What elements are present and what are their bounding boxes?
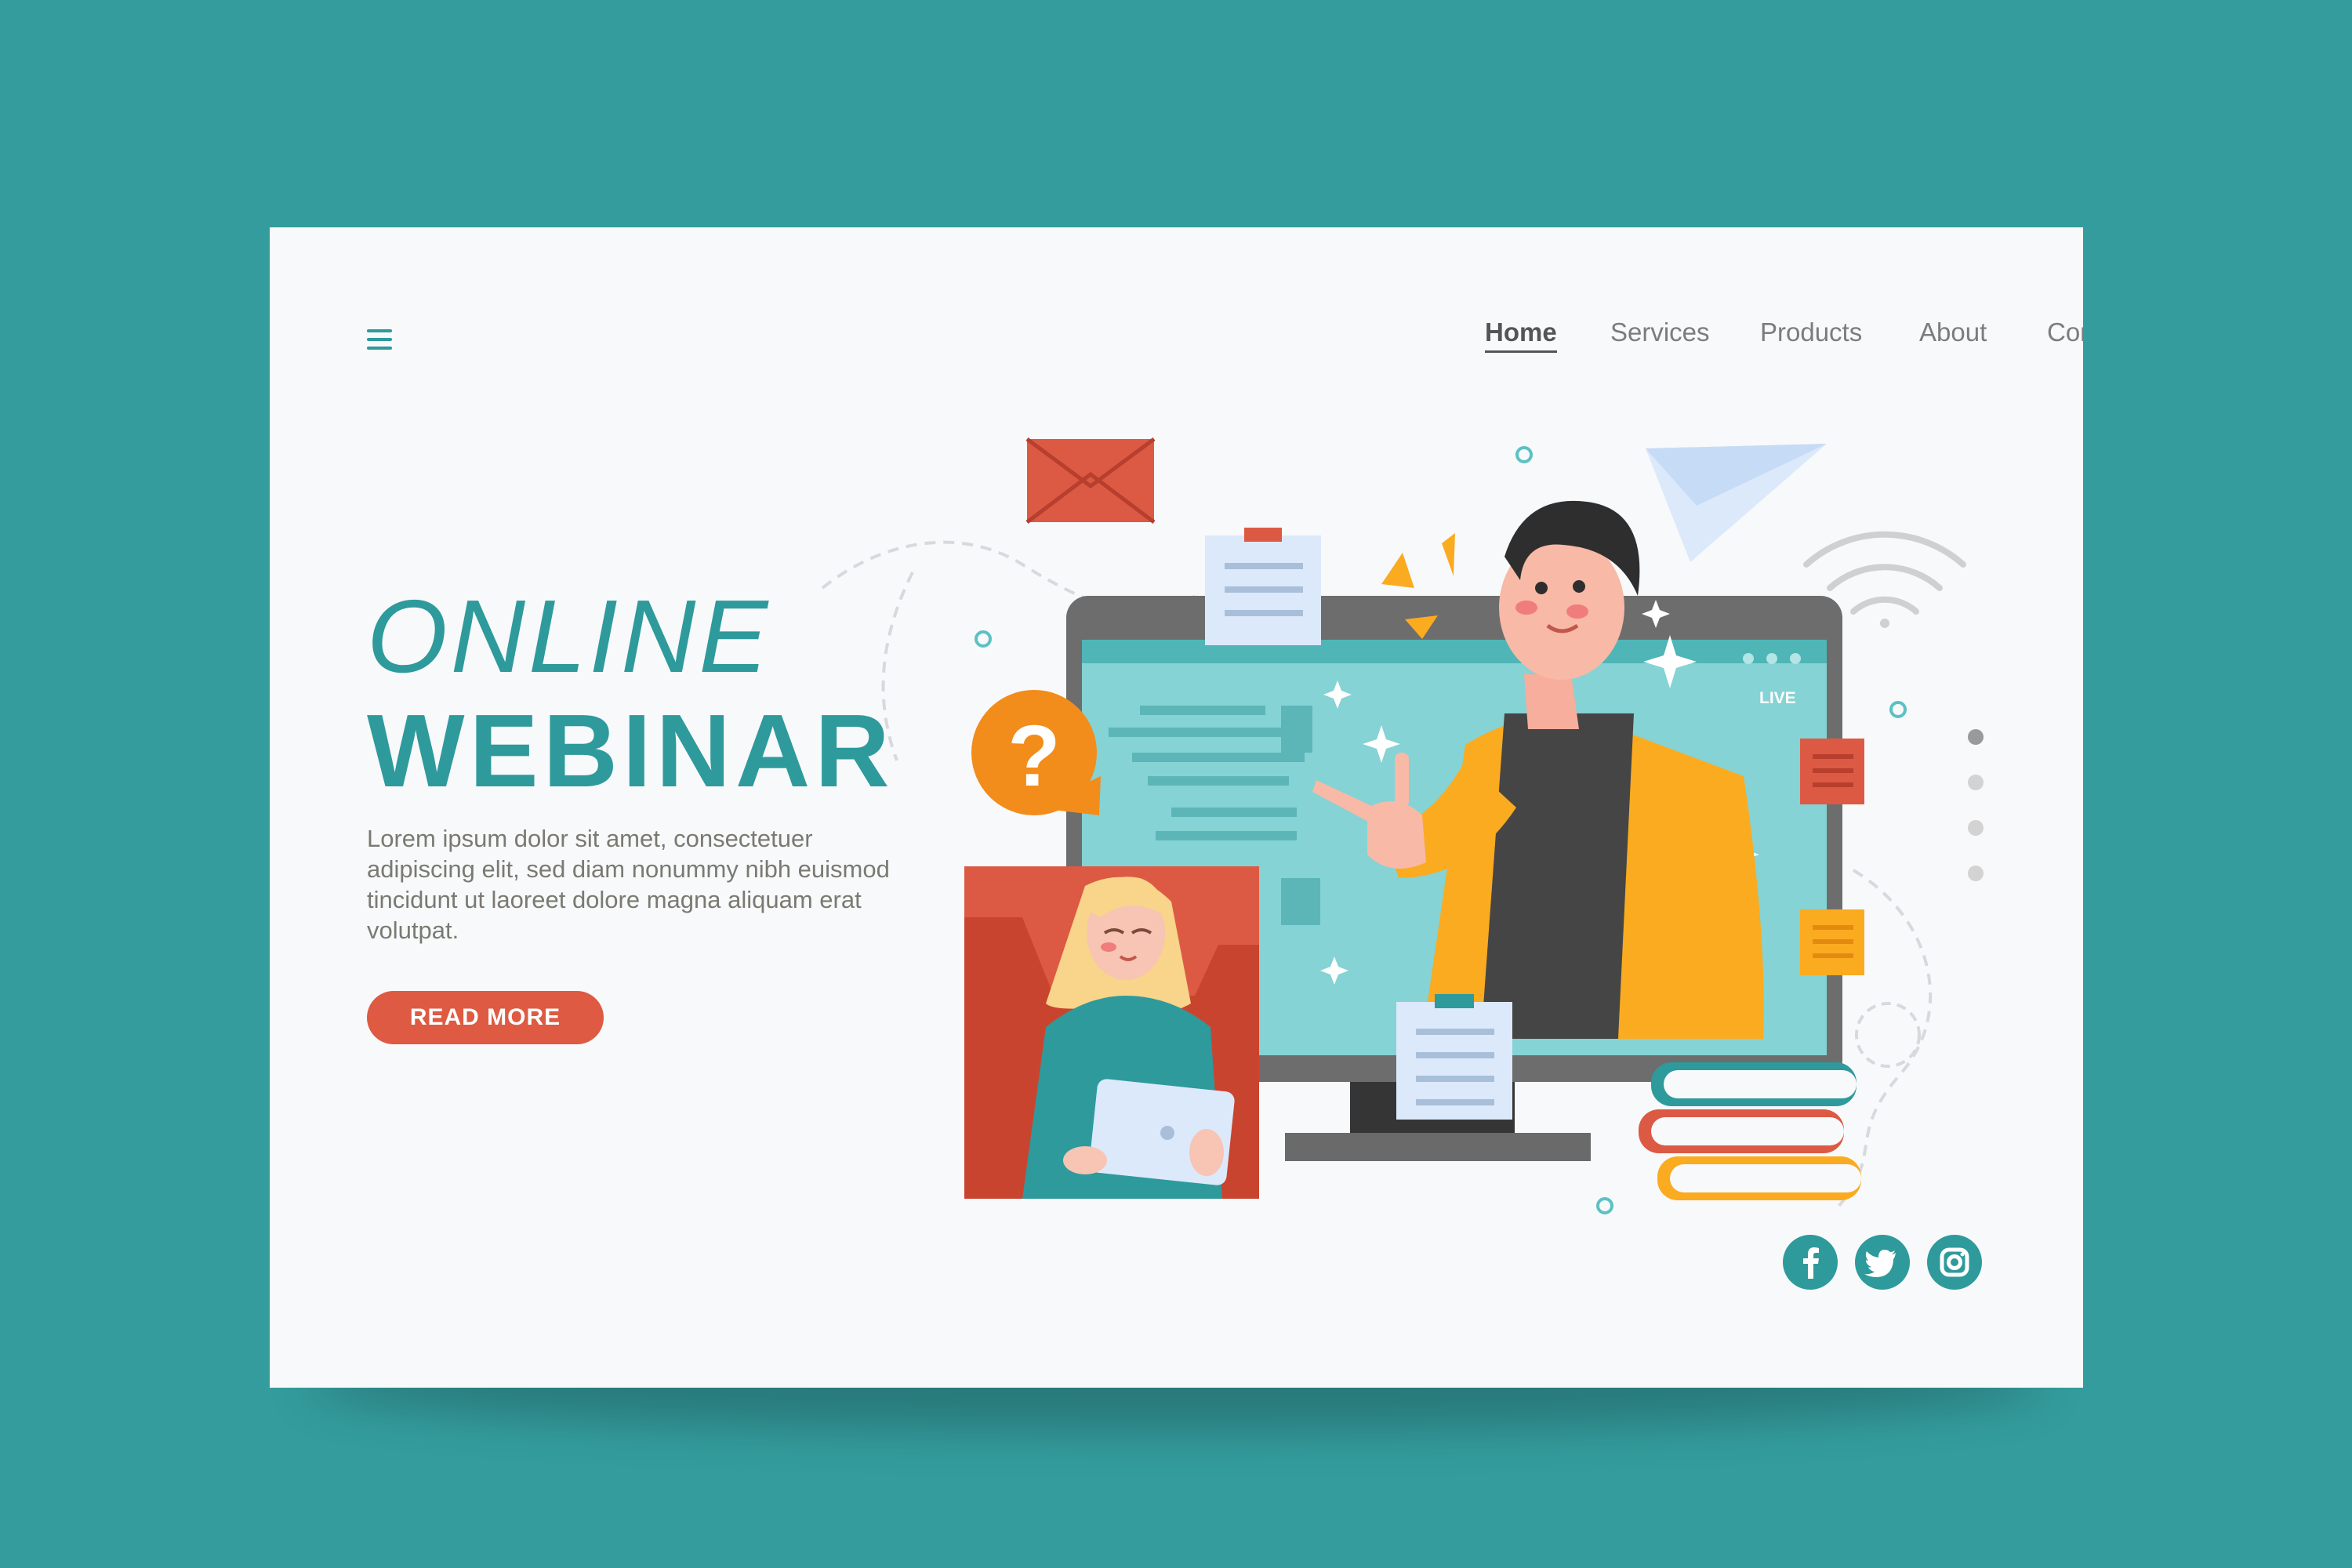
books-stack [1639, 1062, 1861, 1200]
nav-products[interactable]: Products [1760, 318, 1862, 347]
instagram-icon[interactable] [1927, 1235, 1982, 1290]
nav-home[interactable]: Home [1485, 318, 1557, 353]
read-more-button[interactable]: READ MORE [367, 991, 604, 1044]
slider-dot-3[interactable] [1968, 820, 1984, 836]
hamburger-line [367, 347, 392, 350]
slider-pagination [1968, 729, 1985, 911]
slider-dot-1[interactable] [1968, 729, 1984, 745]
facebook-icon[interactable] [1783, 1235, 1838, 1290]
twitter-icon[interactable] [1855, 1235, 1910, 1290]
hamburger-line [367, 329, 392, 332]
sticky-yellow [1800, 909, 1864, 975]
envelope-icon [1025, 437, 1156, 524]
note-bottom [1396, 994, 1512, 1120]
participant-woman [964, 866, 1259, 1199]
slider-dot-2[interactable] [1968, 775, 1984, 790]
slider-dot-4[interactable] [1968, 866, 1984, 881]
live-label: LIVE [1759, 689, 1796, 707]
hamburger-line [367, 338, 392, 341]
sticky-red [1800, 739, 1864, 804]
menu-hamburger-icon[interactable] [367, 329, 392, 350]
note-top [1205, 528, 1321, 645]
question-mark: ? [1007, 708, 1060, 804]
hero-title-line1: ONLINE [367, 579, 771, 694]
paper-plane-icon [1646, 444, 1827, 562]
main-nav: Home Services Products About Contact [1299, 318, 2083, 365]
hero-title-line2: WEBINAR [367, 693, 895, 808]
landing-page-card: LIVE ? Home Services Products About Co O… [270, 227, 2083, 1388]
nav-about[interactable]: About [1919, 318, 1987, 347]
nav-contact[interactable]: Contact [2047, 318, 2083, 347]
hero-description: Lorem ipsum dolor sit amet, consectetuer… [367, 825, 890, 944]
nav-services[interactable]: Services [1610, 318, 1710, 347]
